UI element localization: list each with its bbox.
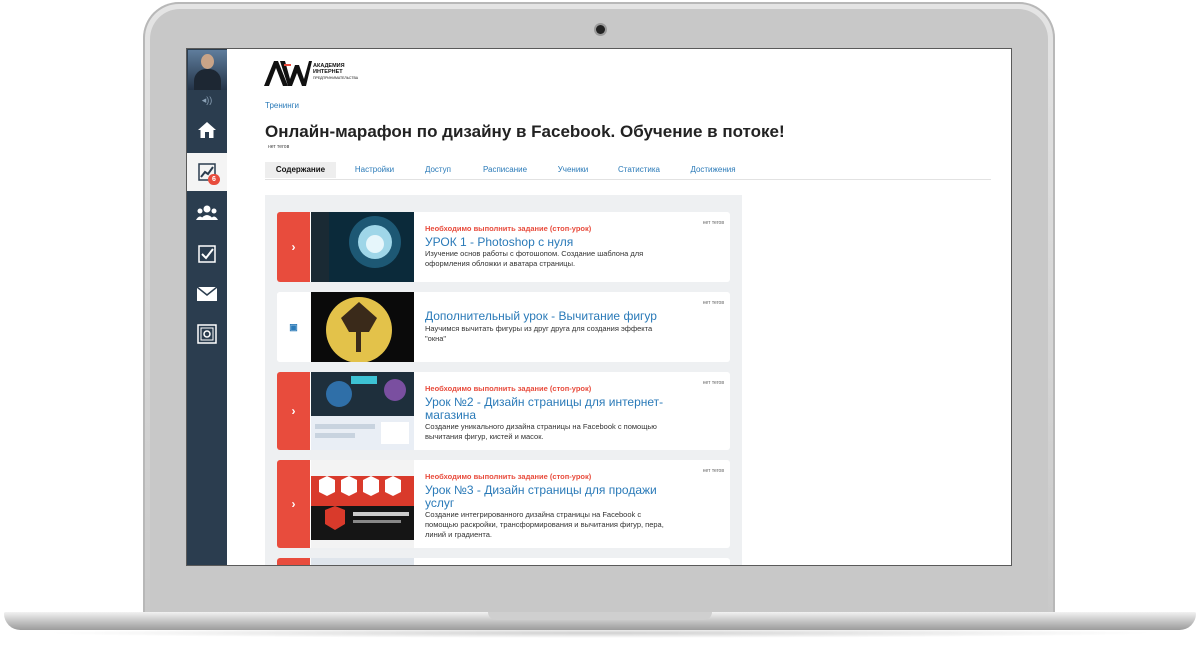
sidebar-item-tasks[interactable] [187,235,227,273]
logo-text: АКАДЕМИЯ ИНТЕРНЕТ ПРЕДПРИНИМАТЕЛЬСТВА [313,63,359,80]
tab-bar: Содержание Настройки Доступ Расписание У… [265,162,991,180]
lesson-description: Научимся вычитать фигуры из друг друга д… [425,324,653,343]
notification-badge: 6 [208,174,220,185]
chevron-right-icon[interactable]: › [277,460,310,548]
safe-icon [197,324,217,344]
chevron-right-icon[interactable]: › [277,212,310,282]
lesson-title[interactable]: УРОК 1 - Photoshop с нуля [425,236,685,249]
lesson-card[interactable]: › Необходимо выполнить задание (стоп-уро… [277,372,730,450]
tab-settings[interactable]: Настройки [347,162,402,178]
screen: ◂)) 6 АКАДЕМИЯ ИНТЕРНЕТ ПРЕДПРИНИМАТЕЛЬС… [187,49,1011,565]
sidebar-item-mail[interactable] [187,275,227,313]
lesson-card[interactable]: › Необходимо выполнить задание (стоп-уро… [277,212,730,282]
tags-label: нет тегов [702,468,724,474]
lesson-thumbnail [311,558,414,565]
lesson-thumbnail [311,292,414,362]
lesson-card[interactable]: › Необходимо выполнить задание (стоп-уро… [277,460,730,548]
lesson-thumbnail [311,372,414,450]
tab-statistics[interactable]: Статистика [611,162,667,178]
tags-label: нет тегов [702,300,724,306]
lesson-description: Создание интегрированного дизайна страни… [425,510,664,539]
mail-icon [197,287,217,301]
stop-lesson-warning: Необходимо выполнить задание (стоп-урок) [425,224,592,233]
checkbox-icon [198,245,216,263]
lesson-thumbnail [311,212,414,282]
camera-icon [596,25,605,34]
breadcrumb[interactable]: Тренинги [265,101,299,110]
lessons-list: › Необходимо выполнить задание (стоп-уро… [265,195,742,565]
sidebar-item-users[interactable] [187,194,227,232]
sidebar-item-safe[interactable] [187,315,227,353]
logo-mark-icon [264,61,312,86]
lesson-card[interactable]: ▣ Дополнительный урок - Вычитание фигур … [277,292,730,362]
tab-schedule[interactable]: Расписание [475,162,535,178]
lesson-description: Создание уникального дизайна страницы на… [425,422,657,441]
tags-label: нет тегов [268,144,290,150]
speaker-icon[interactable]: ◂)) [187,91,227,109]
stop-lesson-warning: Необходимо выполнить задание (стоп-урок) [425,384,592,393]
video-icon: ▣ [277,292,310,362]
sidebar-item-trainings[interactable]: 6 [187,153,227,191]
sidebar-item-home[interactable] [187,111,227,149]
sidebar: ◂)) 6 [187,49,227,565]
lesson-title[interactable]: Дополнительный урок - Вычитание фигур [425,310,685,323]
logo[interactable]: АКАДЕМИЯ ИНТЕРНЕТ ПРЕДПРИНИМАТЕЛЬСТВА [264,59,358,87]
page-title: Онлайн-марафон по дизайну в Facebook. Об… [265,122,785,141]
lesson-card-partial[interactable] [277,558,730,565]
avatar[interactable] [188,50,227,90]
tab-content[interactable]: Содержание [265,162,336,178]
chevron-right-icon[interactable] [277,558,310,565]
lesson-thumbnail [311,460,414,548]
tags-label: нет тегов [702,380,724,386]
lesson-description: Изучение основ работы с фотошопом. Созда… [425,249,644,268]
tab-students[interactable]: Ученики [548,162,598,178]
chevron-right-icon[interactable]: › [277,372,310,450]
tags-label: нет тегов [702,220,724,226]
users-icon [196,205,218,220]
lesson-title[interactable]: Урок №3 - Дизайн страницы для продажи ус… [425,484,685,510]
stop-lesson-warning: Необходимо выполнить задание (стоп-урок) [425,472,592,481]
home-icon [198,122,216,138]
laptop-notch [488,612,712,620]
lesson-title[interactable]: Урок №2 - Дизайн страницы для интернет-м… [425,396,685,422]
tab-access[interactable]: Доступ [415,162,461,178]
main-content: АКАДЕМИЯ ИНТЕРНЕТ ПРЕДПРИНИМАТЕЛЬСТВА Тр… [227,49,1011,565]
tab-achievements[interactable]: Достижения [683,162,743,178]
